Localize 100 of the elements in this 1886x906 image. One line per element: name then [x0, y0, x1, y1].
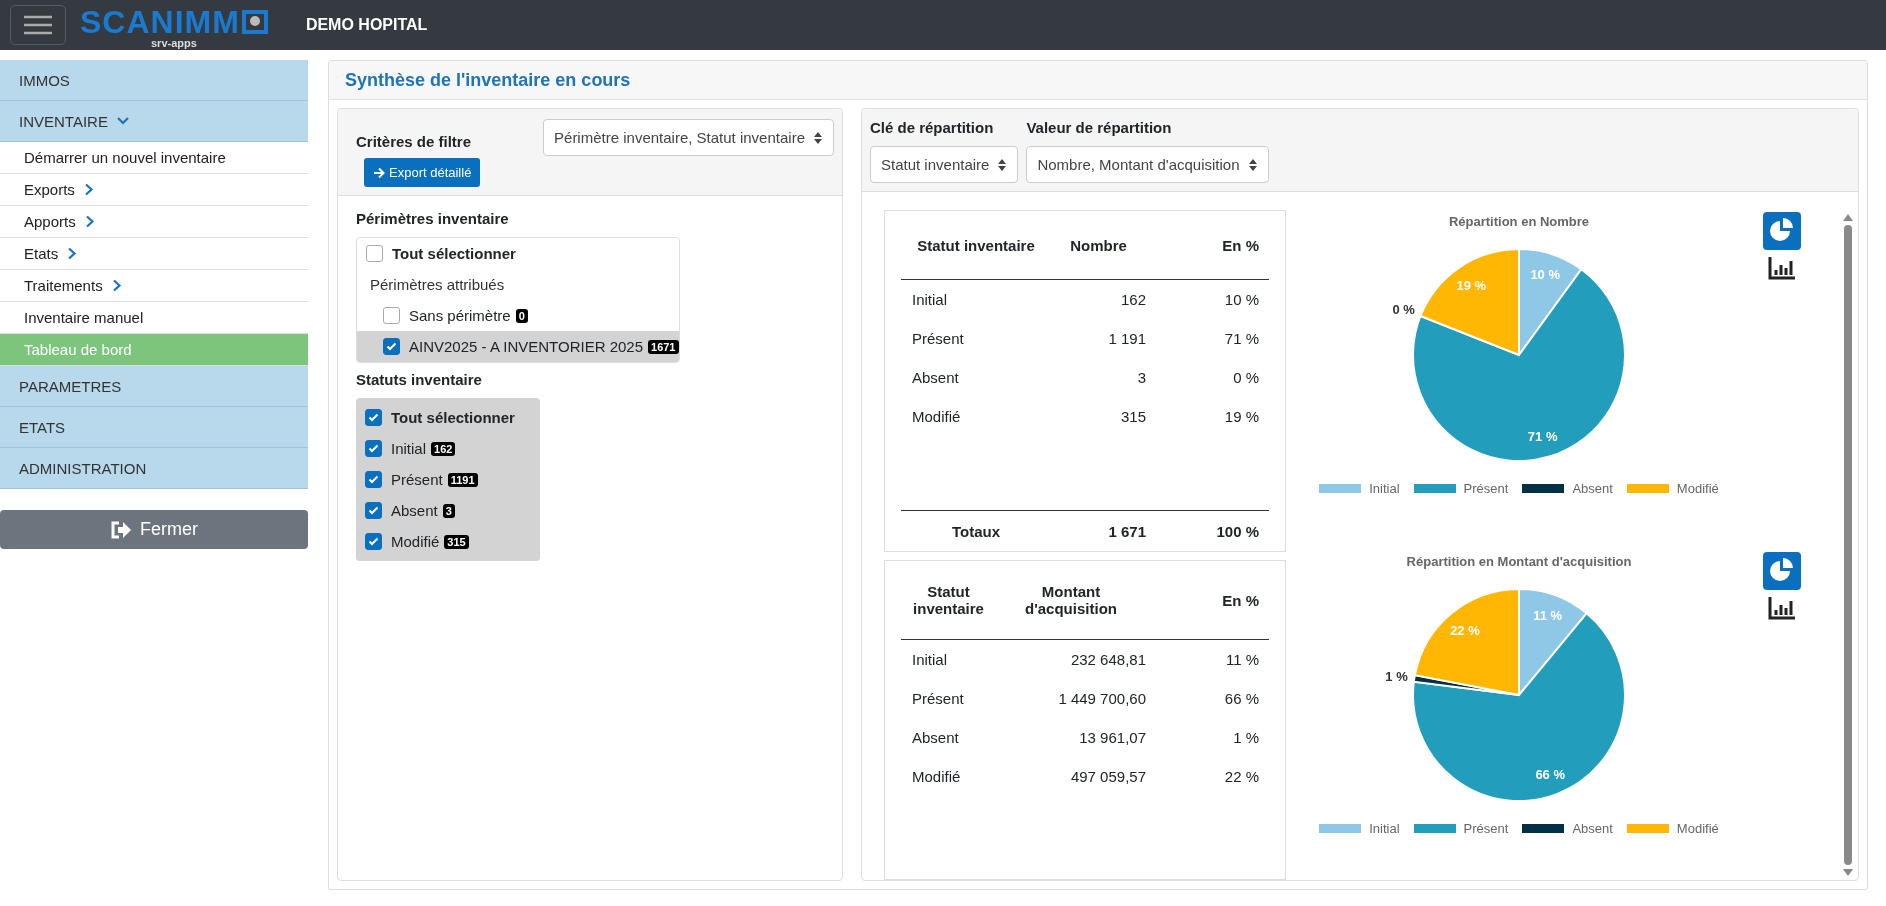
- table-cell-text: Modifié: [911, 768, 962, 785]
- check-icon: [368, 444, 379, 453]
- chevron-right-icon: [83, 183, 94, 196]
- legend-label: Initial: [1369, 821, 1400, 836]
- checkbox-label: Présent: [391, 471, 443, 488]
- data-label: 1 %: [1385, 668, 1408, 684]
- data-label: 10 %: [1530, 267, 1560, 283]
- column-header: En %: [1221, 236, 1260, 254]
- chart-title: Répartition en Montant d'acquisition: [1406, 554, 1632, 569]
- legend-label: Modifié: [1676, 481, 1719, 496]
- column-header: En %: [1221, 591, 1260, 609]
- table-cell-text: 22 %: [1223, 768, 1260, 785]
- column-header: Statut inventaire: [916, 236, 1036, 254]
- checkbox-label: Absent: [391, 502, 438, 519]
- section-title: Périmètres inventaire: [356, 210, 510, 227]
- chevron-right-icon: [111, 279, 122, 292]
- table-cell-text: Présent: [911, 330, 965, 347]
- table-cell-text: 3: [1136, 369, 1146, 386]
- app-title: DEMO HOPITAL: [305, 16, 428, 34]
- scroll-down-icon[interactable]: [1843, 869, 1853, 876]
- data-label: 0 %: [1392, 302, 1415, 318]
- data-label: 11 %: [1533, 608, 1563, 624]
- menu-section[interactable]: PARAMETRES: [0, 366, 308, 407]
- legend-label: Initial: [1369, 481, 1400, 496]
- checkbox[interactable]: [365, 409, 382, 426]
- sort-icon: [813, 130, 823, 145]
- menu-section[interactable]: ADMINISTRATION: [0, 448, 308, 489]
- checkbox-label: Initial: [391, 440, 427, 457]
- table-cell-text: 71 %: [1223, 330, 1260, 347]
- key-select[interactable]: Statut inventaire: [870, 146, 1019, 183]
- table-cell-text: 315: [1119, 408, 1146, 425]
- menu-icon: [23, 15, 53, 35]
- checkbox-label: Modifié: [391, 533, 440, 550]
- chevron-down-icon: [115, 116, 130, 126]
- table-cell-text: 13 961,07: [1078, 729, 1146, 746]
- checkbox-label: AINV2025 - A INVENTORIER 2025: [409, 338, 643, 355]
- checkbox[interactable]: [365, 533, 382, 550]
- chart-title: Répartition en Nombre: [1448, 214, 1590, 229]
- count-badge: 3: [442, 503, 455, 518]
- legend-label: Absent: [1572, 821, 1613, 836]
- table-cell-text: Présent: [911, 690, 965, 707]
- table-cell-text: Absent: [911, 369, 960, 386]
- checkbox[interactable]: [366, 245, 383, 262]
- sort-icon: [997, 157, 1008, 172]
- total-cell-text: 100 %: [1215, 522, 1260, 540]
- column-header: Statut inventaire: [912, 583, 985, 617]
- chevron-right-icon: [67, 247, 78, 260]
- logo-subtitle: srv-apps: [151, 36, 197, 50]
- column-header: Montant d'acquisition: [1024, 583, 1118, 617]
- table-cell-text: 1 191: [1107, 330, 1146, 347]
- table-cell-text: Initial: [911, 291, 949, 308]
- scroll-up-icon[interactable]: [1843, 214, 1853, 221]
- checkbox[interactable]: [365, 440, 382, 457]
- table-cell-text: Initial: [911, 651, 949, 668]
- menu-section[interactable]: ETATS: [0, 407, 308, 448]
- filter-select[interactable]: Périmètre inventaire, Statut inventaire: [543, 119, 834, 156]
- pie-chart-icon[interactable]: [1763, 212, 1801, 250]
- checkbox-label: Sans périmètre: [409, 307, 511, 324]
- checkbox[interactable]: [383, 307, 400, 324]
- data-label: 66 %: [1535, 766, 1566, 782]
- table-cell-text: 0 %: [1232, 369, 1260, 386]
- menu-section[interactable]: IMMOS: [0, 60, 308, 101]
- check-icon: [386, 342, 397, 351]
- legend-label: Modifié: [1676, 821, 1719, 836]
- checkbox[interactable]: [365, 471, 382, 488]
- export-button[interactable]: Export détaillé: [364, 158, 481, 187]
- arrow-right-icon: [373, 166, 385, 179]
- count-badge: 162: [431, 441, 456, 456]
- group-label: Périmètres attribués: [370, 276, 505, 293]
- data-label: 22 %: [1450, 622, 1480, 638]
- legend-label: Présent: [1463, 481, 1509, 496]
- table-cell-text: 1 449 700,60: [1057, 690, 1146, 707]
- menu-section[interactable]: INVENTAIRE: [0, 101, 308, 142]
- close-button[interactable]: Fermer: [0, 510, 308, 549]
- table-cell-text: 497 059,57: [1069, 768, 1146, 785]
- checkbox[interactable]: [383, 338, 400, 355]
- logo: SCANIMM: [80, 6, 240, 37]
- table-cell-text: 19 %: [1223, 408, 1260, 425]
- table-cell-text: Modifié: [911, 408, 962, 425]
- table-cell-text: 11 %: [1224, 651, 1260, 668]
- count-badge: 1671: [648, 339, 679, 354]
- sign-out-icon: [110, 520, 132, 539]
- value-select[interactable]: Nombre, Montant d'acquisition: [1026, 146, 1269, 183]
- menu-button[interactable]: [10, 5, 66, 45]
- data-label: 19 %: [1456, 277, 1487, 293]
- table-cell-text: Absent: [911, 729, 960, 746]
- checkbox-label: Tout sélectionner: [391, 409, 515, 426]
- sort-icon: [1247, 157, 1258, 172]
- check-icon: [368, 506, 379, 515]
- section-title: Statuts inventaire: [356, 371, 483, 388]
- table-cell-text: 66 %: [1223, 690, 1260, 707]
- data-label: 71 %: [1527, 429, 1558, 445]
- bar-chart-icon[interactable]: [1768, 596, 1796, 620]
- count-badge: 1191: [447, 472, 478, 487]
- chevron-right-icon: [84, 215, 95, 228]
- checkbox[interactable]: [365, 502, 382, 519]
- total-cell-text: 1 671: [1107, 522, 1146, 540]
- bar-chart-icon[interactable]: [1768, 256, 1796, 280]
- count-badge: 0: [515, 308, 528, 323]
- pie-chart-icon[interactable]: [1763, 552, 1801, 590]
